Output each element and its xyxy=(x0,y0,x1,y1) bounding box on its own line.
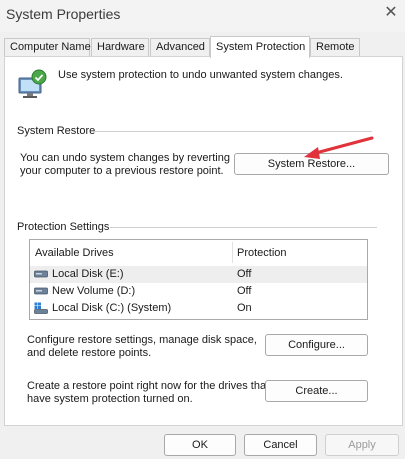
drive-row[interactable]: New Volume (D:) Off xyxy=(30,283,367,300)
configure-description-1: Configure restore settings, manage disk … xyxy=(27,334,257,346)
intro-text: Use system protection to undo unwanted s… xyxy=(58,69,343,81)
annotation-arrow-icon xyxy=(304,136,374,159)
title-bar: System Properties ✕ xyxy=(0,0,405,32)
group-divider xyxy=(110,227,377,228)
ok-button[interactable]: OK xyxy=(164,434,236,456)
drive-row[interactable]: Local Disk (C:) (System) On xyxy=(30,300,367,317)
drive-row[interactable]: Local Disk (E:) Off xyxy=(30,266,367,283)
drive-name: New Volume (D:) xyxy=(52,285,136,297)
drive-protection-status: On xyxy=(237,302,252,314)
tab-system-protection[interactable]: System Protection xyxy=(210,36,310,58)
column-header-protection[interactable]: Protection xyxy=(237,247,287,259)
protection-settings-heading: Protection Settings xyxy=(17,221,110,233)
system-drive-icon xyxy=(34,302,48,314)
create-button[interactable]: Create... xyxy=(265,380,368,402)
drives-list[interactable]: Available Drives Protection Local Disk (… xyxy=(29,239,368,320)
window-title: System Properties xyxy=(6,6,121,22)
configure-description-2: and delete restore points. xyxy=(27,347,152,359)
dialog-footer: OK Cancel Apply xyxy=(0,428,405,459)
drive-protection-status: Off xyxy=(237,268,252,280)
configure-button[interactable]: Configure... xyxy=(265,334,368,356)
column-header-available-drives[interactable]: Available Drives xyxy=(35,247,114,259)
tab-hardware[interactable]: Hardware xyxy=(91,38,149,57)
apply-button[interactable]: Apply xyxy=(325,434,399,456)
drives-list-header: Available Drives Protection xyxy=(30,240,367,265)
system-restore-heading: System Restore xyxy=(17,125,96,137)
create-description-2: have system protection turned on. xyxy=(27,393,193,405)
tab-computer-name[interactable]: Computer Name xyxy=(4,38,91,57)
close-icon[interactable]: ✕ xyxy=(382,4,400,22)
tab-advanced[interactable]: Advanced xyxy=(150,38,210,57)
drive-name: Local Disk (E:) xyxy=(52,268,124,280)
system-restore-description-2: your computer to a previous restore poin… xyxy=(20,165,224,177)
create-description-1: Create a restore point right now for the… xyxy=(27,380,270,392)
group-divider xyxy=(95,131,372,132)
system-protection-icon xyxy=(18,69,47,98)
drive-icon xyxy=(34,270,48,278)
system-restore-description-1: You can undo system changes by reverting xyxy=(20,152,230,164)
column-separator xyxy=(232,242,233,263)
tab-strip: Computer Name Hardware Advanced System P… xyxy=(4,36,404,58)
drive-protection-status: Off xyxy=(237,285,252,297)
drive-icon xyxy=(34,287,48,295)
cancel-button[interactable]: Cancel xyxy=(244,434,317,456)
tab-remote[interactable]: Remote xyxy=(310,38,360,57)
drive-name: Local Disk (C:) (System) xyxy=(52,302,172,314)
